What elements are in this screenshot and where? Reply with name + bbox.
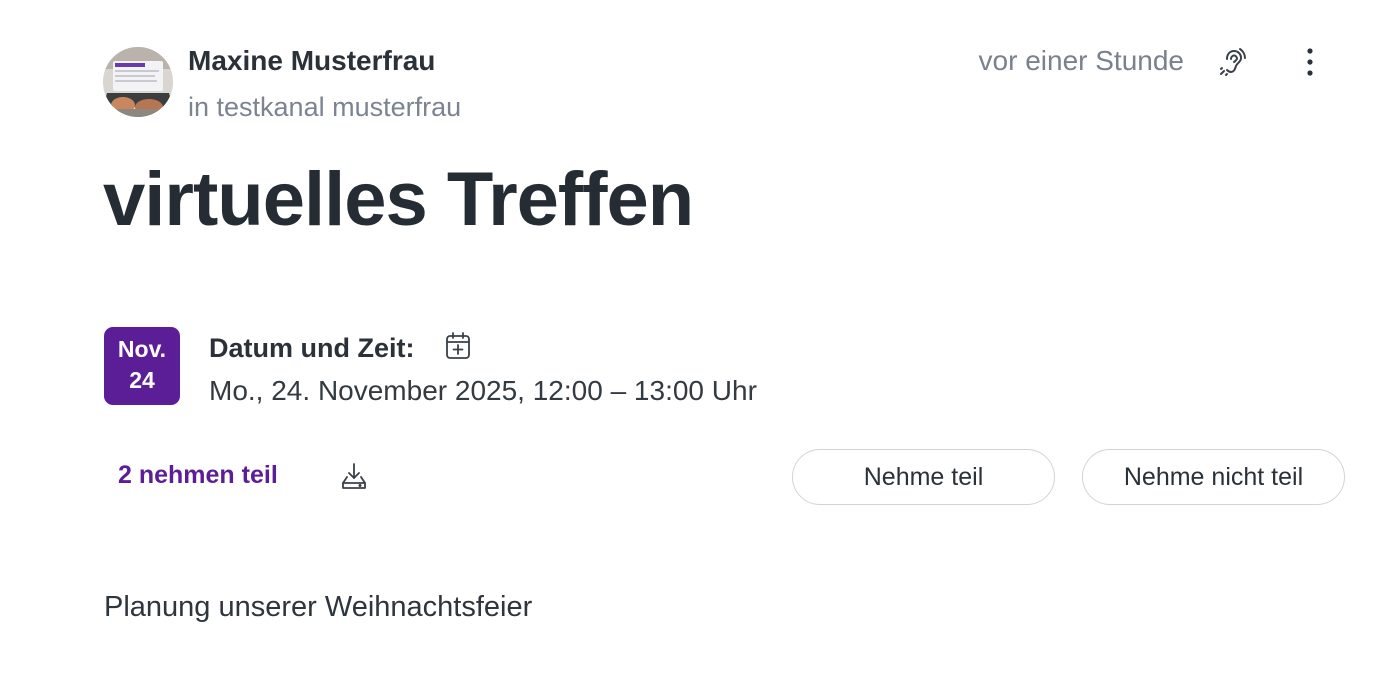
add-to-calendar-button[interactable] [443,330,473,362]
participants-link[interactable]: 2 nehmen teil [118,461,278,490]
download-button[interactable] [336,458,372,494]
avatar-image [103,47,173,117]
attend-button[interactable]: Nehme teil [792,449,1055,505]
datetime-value: Mo., 24. November 2025, 12:00 – 13:00 Uh… [209,375,757,406]
channel-line[interactable]: in testkanal musterfrau [188,92,461,123]
more-vertical-icon [1307,48,1313,76]
download-icon [342,463,366,489]
event-title: virtuelles Treffen [103,157,694,242]
post-timestamp: vor einer Stunde [978,45,1184,76]
event-description: Planung unserer Weihnachtsfeier [104,591,533,623]
date-badge-day: 24 [129,367,155,394]
ear-icon [1220,48,1246,76]
read-aloud-button[interactable] [1212,42,1254,82]
calendar-plus-icon [446,332,470,359]
decline-button[interactable]: Nehme nicht teil [1082,449,1345,505]
date-badge: Nov. 24 [104,327,180,405]
date-badge-month: Nov. [117,336,167,362]
datetime-label: Datum und Zeit: [209,333,415,363]
author-name[interactable]: Maxine Musterfrau [188,45,435,77]
more-options-button[interactable] [1290,42,1330,82]
author-avatar[interactable] [103,47,173,117]
